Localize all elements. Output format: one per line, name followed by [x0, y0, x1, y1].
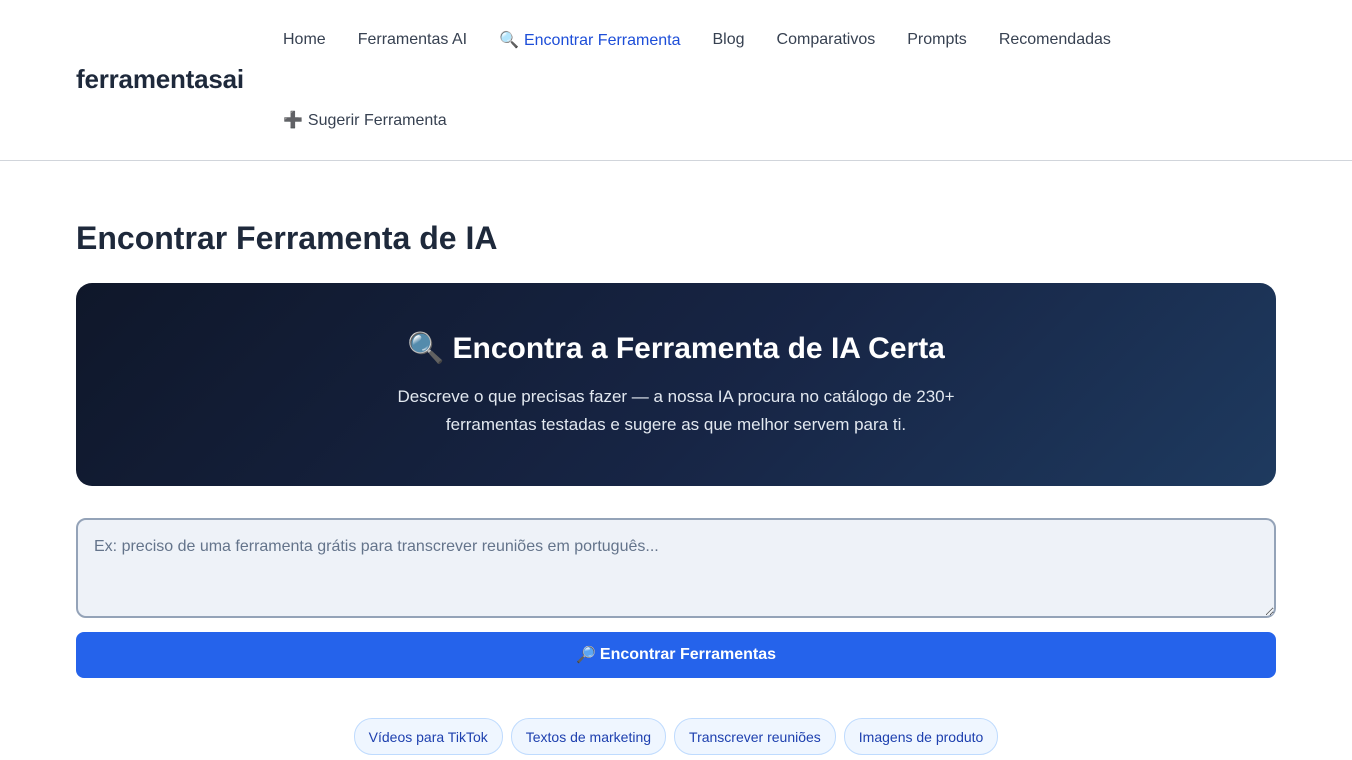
main-nav: Home Ferramentas AI 🔍 Encontrar Ferrament…	[283, 30, 1143, 50]
nav-item-label: Sugerir Ferramenta	[307, 112, 447, 129]
nav-item-recomendadas[interactable]: Recomendadas	[999, 31, 1111, 49]
plus-icon: ➕	[283, 112, 303, 129]
hero-description: Descreve o que precisas fazer — a nossa …	[397, 387, 955, 434]
nav-item-prompts[interactable]: Prompts	[907, 31, 967, 49]
magnifier-right-icon: 🔎	[576, 647, 596, 664]
site-logo[interactable]: ferramentasai	[76, 64, 244, 95]
nav-item-label: Recomendadas	[998, 31, 1111, 48]
nav-item-label: Blog	[712, 31, 745, 48]
magnifier-left-icon: 🔍	[407, 332, 445, 365]
suggestion-chip[interactable]: Textos de marketing	[510, 718, 667, 755]
magnifier-left-icon: 🔍	[499, 32, 519, 49]
site-header: ferramentasai Home Ferramentas AI 🔍 Encon…	[0, 0, 1352, 161]
nav-item-label: Encontrar Ferramenta	[523, 32, 681, 49]
suggestion-chip[interactable]: Transcrever reuniões	[674, 718, 836, 755]
nav-item-label: Home	[283, 31, 326, 48]
nav-item-encontrar-ferramenta[interactable]: 🔍 Encontrar Ferramenta	[499, 30, 680, 50]
nav-item-home[interactable]: Home	[283, 31, 326, 49]
suggestion-chip[interactable]: Vídeos para TikTok	[353, 718, 503, 755]
hero-title-text: Encontra a Ferramenta de IA Certa	[452, 332, 945, 365]
search-input[interactable]	[76, 518, 1276, 618]
page-title: Encontrar Ferramenta de IA	[76, 220, 498, 256]
suggestion-chips: Vídeos para TikTok Textos de marketing T…	[0, 718, 1352, 755]
nav-item-ferramentas-ai[interactable]: Ferramentas AI	[358, 31, 467, 49]
nav-item-sugerir-ferramenta[interactable]: ➕ Sugerir Ferramenta	[283, 110, 447, 130]
hero-banner: 🔍 Encontra a Ferramenta de IA Certa Descr…	[76, 283, 1276, 486]
nav-item-blog[interactable]: Blog	[713, 31, 745, 49]
nav-item-label: Comparativos	[776, 31, 876, 48]
find-tools-button[interactable]: 🔎 Encontrar Ferramentas	[76, 632, 1276, 678]
nav-item-label: Ferramentas AI	[357, 31, 468, 48]
nav-item-label: Prompts	[907, 31, 967, 48]
secondary-nav: ➕ Sugerir Ferramenta	[283, 110, 479, 130]
find-tools-label: Encontrar Ferramentas	[599, 646, 776, 663]
nav-item-comparativos[interactable]: Comparativos	[777, 31, 876, 49]
hero-title: 🔍 Encontra a Ferramenta de IA Certa	[76, 331, 1276, 366]
suggestion-chip[interactable]: Imagens de produto	[843, 718, 999, 755]
